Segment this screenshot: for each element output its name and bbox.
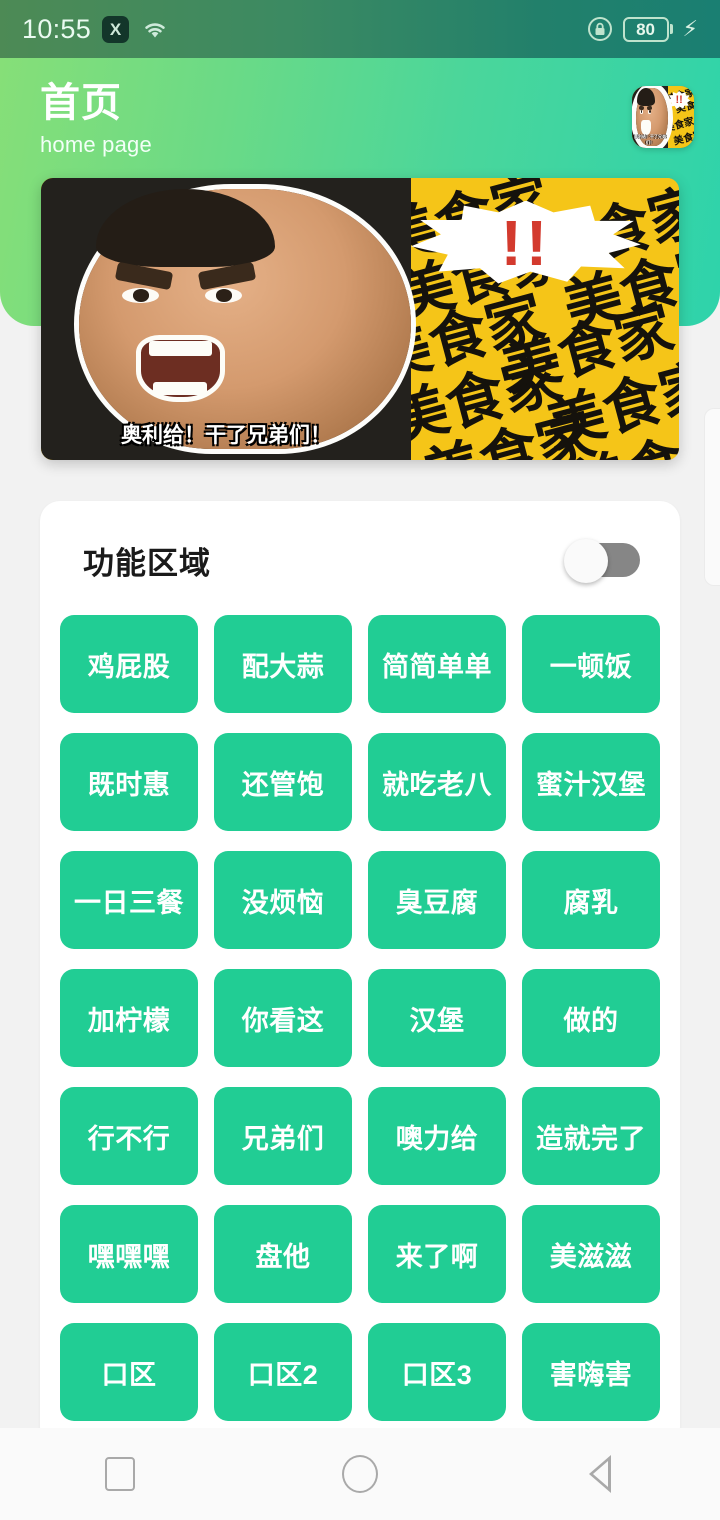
banner-caption: 奥利给！干了兄弟们！ [41, 419, 411, 449]
status-bar-left: 10:55 X [22, 14, 170, 45]
feature-chip[interactable]: 一日三餐 [60, 851, 198, 949]
feature-chip-grid: 鸡屁股 配大蒜 简简单单 一顿饭既时惠 还管饱 就吃老八 蜜汁汉堡一日三餐 没烦恼 臭豆腐 腐乳加… [40, 593, 680, 1447]
feature-chip[interactable]: 就吃老八 [368, 733, 506, 831]
page-subtitle: home page [40, 132, 152, 157]
avatar-eye-left [639, 110, 644, 114]
feature-chip[interactable]: 兄弟们 [214, 1087, 352, 1185]
status-time: 10:55 [22, 13, 92, 44]
feature-area-title: 功能区域 [83, 545, 211, 581]
status-bar: 10:55 X 80 ⚡ [0, 0, 720, 58]
feature-chip[interactable]: 还管饱 [214, 733, 352, 831]
page-title: 首页 [40, 81, 122, 125]
feature-chip[interactable]: 盘他 [214, 1205, 352, 1303]
header-titles: 首页 home page [40, 80, 152, 158]
banner-meme-artwork: 美食家 美食家 美食家 美食家 美食家 美食家 美食家 美食家 美食家 美食家 [41, 178, 679, 460]
feature-chip[interactable]: 美滋滋 [522, 1205, 660, 1303]
banner-teeth-top [148, 340, 213, 356]
avatar-hair [637, 88, 655, 106]
feature-chip[interactable]: 嘿嘿嘿 [60, 1205, 198, 1303]
feature-chip[interactable]: 臭豆腐 [368, 851, 506, 949]
feature-chip[interactable]: 汉堡 [368, 969, 506, 1067]
feature-chip[interactable]: 鸡屁股 [60, 615, 198, 713]
feature-chip[interactable]: 蜜汁汉堡 [522, 733, 660, 831]
banner-caption-text: 奥利给！干了兄弟们！ [121, 423, 332, 447]
square-icon [105, 1457, 135, 1491]
side-panel-peek[interactable] [704, 408, 720, 586]
avatar-eye-right [647, 110, 652, 114]
feature-chip[interactable]: 噢力给 [368, 1087, 506, 1185]
feature-chip[interactable]: 腐乳 [522, 851, 660, 949]
feature-area-card: 功能区域 鸡屁股 配大蒜 简简单单 一顿饭既时惠 还管饱 就吃老八 蜜汁汉堡一日三餐 没烦恼臭… [40, 501, 680, 1447]
feature-chip[interactable]: 你看这 [214, 969, 352, 1067]
toggle-knob [564, 539, 608, 583]
circle-icon [342, 1455, 378, 1493]
banner-image[interactable]: 美食家 美食家 美食家 美食家 美食家 美食家 美食家 美食家 美食家 美食家 [41, 178, 679, 460]
feature-area-header: 功能区域 [40, 527, 680, 593]
status-bar-right: 80 ⚡ [587, 16, 698, 43]
feature-chip[interactable]: 配大蒜 [214, 615, 352, 713]
banner-eye-left [122, 287, 159, 304]
feature-chip[interactable]: 行不行 [60, 1087, 198, 1185]
feature-chip[interactable]: 简简单单 [368, 615, 506, 713]
avatar-mouth [641, 120, 652, 136]
feature-chip[interactable]: 口区 [60, 1323, 198, 1421]
avatar[interactable]: 美食家 美食家 美食家 美食家 [632, 86, 694, 148]
feature-chip[interactable]: 一顿饭 [522, 615, 660, 713]
charging-bolt-icon: ⚡ [682, 16, 698, 41]
feature-chip[interactable]: 口区2 [214, 1323, 352, 1421]
banner-eye-right [205, 287, 242, 304]
android-nav-bar [0, 1428, 720, 1520]
feature-chip[interactable]: 加柠檬 [60, 969, 198, 1067]
feature-chip[interactable]: 来了啊 [368, 1205, 506, 1303]
rotation-lock-icon [587, 16, 614, 43]
feature-chip[interactable]: 口区3 [368, 1323, 506, 1421]
feature-area-toggle[interactable] [564, 539, 640, 583]
feature-chip[interactable]: 做的 [522, 969, 660, 1067]
feature-chip[interactable]: 没烦恼 [214, 851, 352, 949]
nav-back-button[interactable] [480, 1455, 720, 1493]
banner-face [79, 189, 412, 449]
avatar-meme-artwork: 美食家 美食家 美食家 美食家 [632, 86, 694, 148]
banner-mouth [135, 334, 226, 402]
battery-level: 80 [636, 19, 655, 39]
feature-chip[interactable]: 害嗨害 [522, 1323, 660, 1421]
header-content: 首页 home page 美食家 美食家 美食家 美食家 [0, 58, 720, 158]
avatar-caption-text: 奥利给！干了兄弟们！ [633, 134, 666, 146]
battery-indicator: 80 [622, 16, 673, 42]
battery-cap [669, 24, 673, 34]
feature-chip[interactable]: 造就完了 [522, 1087, 660, 1185]
close-x-icon: X [102, 15, 130, 43]
nav-home-button[interactable] [240, 1455, 480, 1493]
triangle-back-icon [589, 1455, 611, 1493]
feature-chip[interactable]: 既时惠 [60, 733, 198, 831]
banner-teeth-bottom [153, 381, 208, 396]
nav-recents-button[interactable] [0, 1457, 240, 1491]
avatar-caption: 奥利给！干了兄弟们！ [632, 134, 668, 146]
wifi-icon [140, 17, 170, 41]
app-root: 10:55 X 80 ⚡ 首页 home page 美食家 美食家 美食家 !!… [0, 0, 720, 1520]
